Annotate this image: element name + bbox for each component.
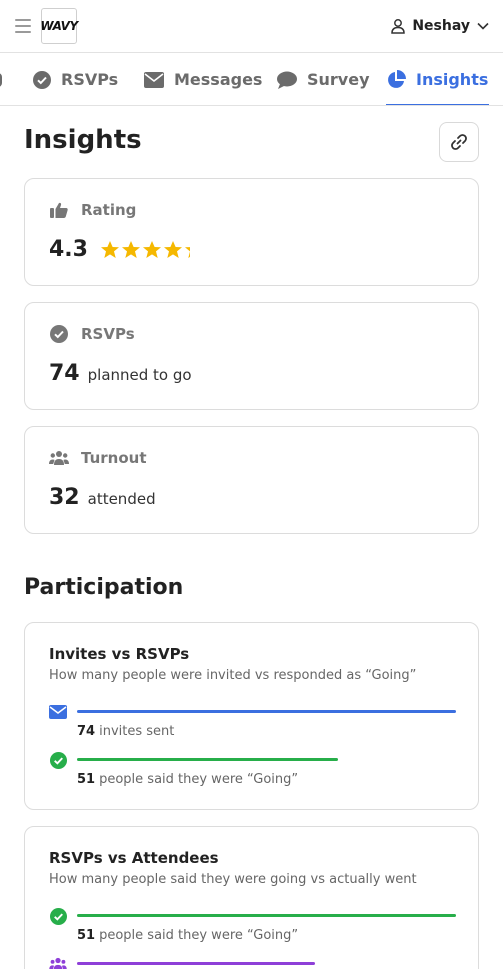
invites-sent-bar [77,710,456,713]
star-icon [121,240,140,258]
tab-insights[interactable]: Insights [386,53,490,105]
check-circle-icon [49,325,69,343]
star-icon [100,240,119,258]
check-circle-icon [49,751,67,769]
chat-bubble-icon [277,71,297,89]
menu-icon[interactable] [15,19,31,33]
card-title: Invites vs RSVPs [49,645,190,663]
invites-sent-text: 74 invites sent [77,724,174,739]
turnout-value: 32 [49,485,80,510]
envelope-icon [49,703,67,721]
card-description: How many people said they were going vs … [49,872,417,887]
tab-label: RSVPs [61,70,119,89]
invites-sent-label: invites sent [99,724,175,739]
tab-label: Survey [307,70,370,89]
turnout-suffix: attended [87,490,156,508]
going-bar [77,758,338,761]
pie-chart-icon [386,69,406,90]
rating-label: Rating [81,201,137,219]
rating-value: 4.3 [49,237,88,262]
going-label: people said they were “Going” [99,928,299,943]
copy-link-button[interactable] [439,122,479,162]
users-icon [49,450,69,466]
star-icon [184,246,190,258]
envelope-icon [144,71,164,88]
turnout-label: Turnout [81,449,147,467]
check-circle-icon [49,907,67,925]
card-description: How many people were invited vs responde… [49,668,417,683]
link-icon [449,132,469,152]
star-icon [142,240,161,258]
tab-label: Insights [416,70,489,89]
check-circle-icon [33,70,51,89]
going-count: 51 [77,928,96,943]
app-logo[interactable]: WAVY [40,8,78,44]
tab-messages[interactable]: Messages [144,53,263,105]
card-title: RSVPs vs Attendees [49,849,219,867]
user-icon [390,18,406,34]
top-bar: WAVY Neshay [0,0,503,53]
rsvps-label: RSVPs [81,325,135,343]
going-count: 51 [77,772,96,787]
rsvps-vs-attendees-card: RSVPs vs Attendees How many people said … [24,826,479,969]
going-text: 51 people said they were “Going” [77,928,298,943]
participation-title: Participation [24,575,184,600]
rsvps-value: 74 [49,361,80,386]
invites-sent-count: 74 [77,724,96,739]
page-title: Insights [24,125,142,155]
star-icon [163,240,182,258]
going-label: people said they were “Going” [99,772,299,787]
going-text: 51 people said they were “Going” [77,772,298,787]
user-menu[interactable]: Neshay [390,16,489,36]
invites-vs-rsvps-card: Invites vs RSVPs How many people were in… [24,622,479,810]
user-name: Neshay [412,18,470,34]
rsvps-suffix: planned to go [87,366,192,384]
rsvps-card: RSVPs 74 planned to go [24,302,479,410]
users-icon [49,955,67,969]
tab-label: Messages [174,70,263,89]
thumbs-up-icon [49,202,69,218]
chevron-down-icon [477,22,489,30]
star-rating [100,240,205,260]
tab-bar: RSVPs Messages Survey Insights [0,53,503,106]
tab-previous-partial[interactable] [0,53,2,105]
tab-rsvps[interactable]: RSVPs [33,53,119,105]
rating-card: Rating 4.3 [24,178,479,286]
tab-survey[interactable]: Survey [277,53,370,105]
attended-bar [77,962,315,965]
turnout-card: Turnout 32 attended [24,426,479,534]
going-bar [77,914,456,917]
